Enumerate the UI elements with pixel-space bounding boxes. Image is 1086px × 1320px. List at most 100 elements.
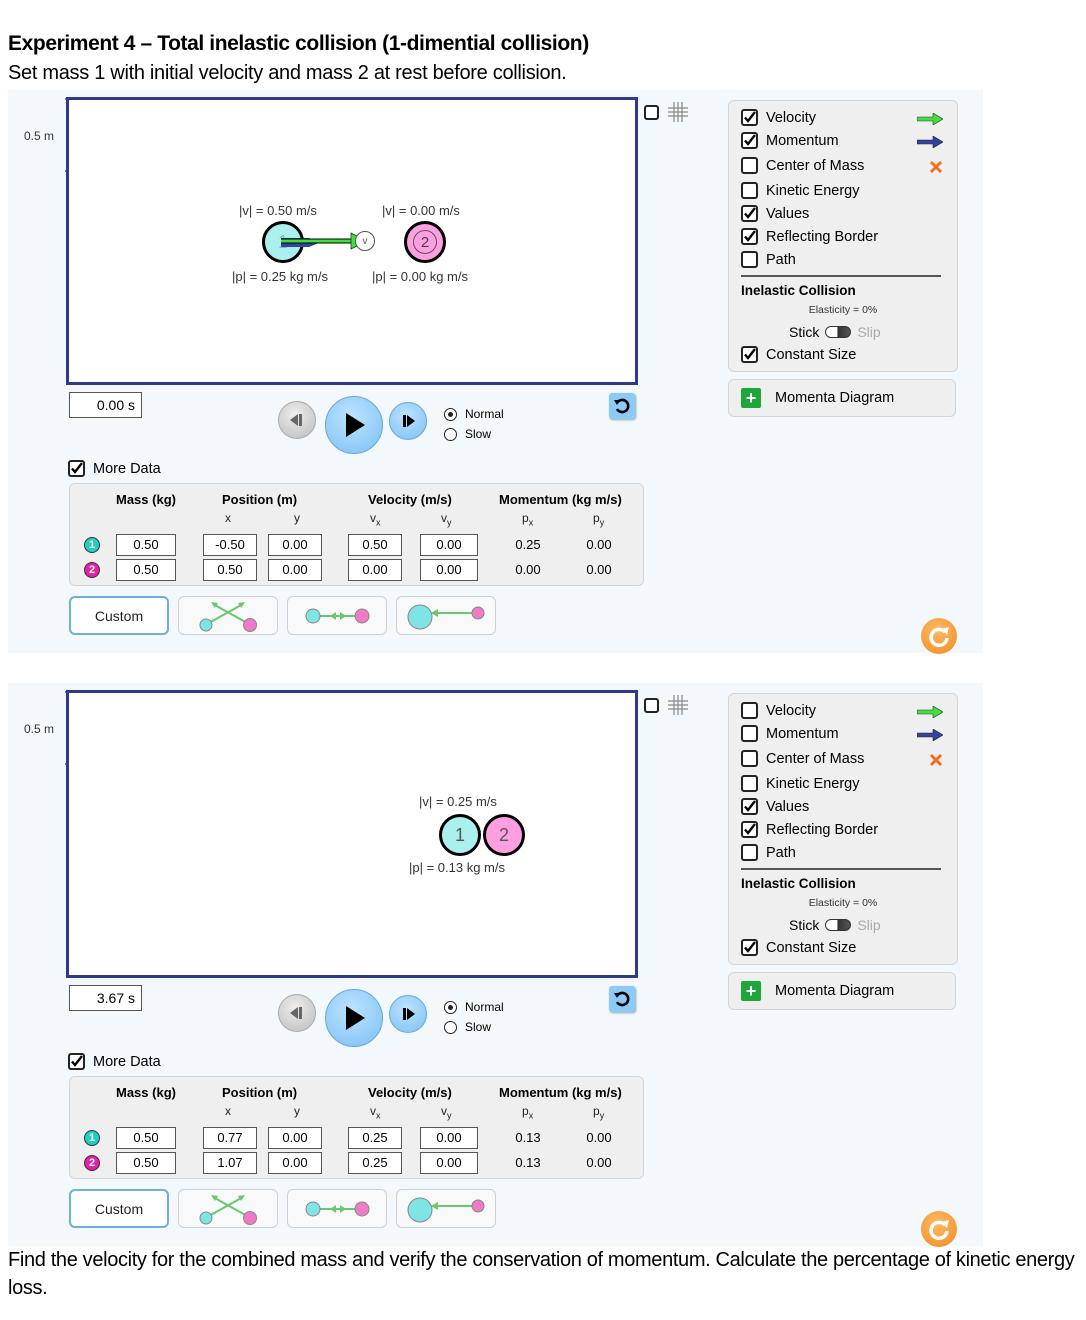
play-button[interactable]: [325, 396, 383, 454]
step-forward-button[interactable]: [389, 402, 427, 440]
option-momentum[interactable]: Momentum: [741, 132, 839, 149]
more-data-checkbox[interactable]: [68, 1053, 85, 1070]
mass-2-vy-input[interactable]: 0.00: [420, 559, 478, 581]
option-reflecting-border[interactable]: Reflecting Border: [741, 228, 878, 245]
momenta-diagram-button[interactable]: + Momenta Diagram: [728, 972, 956, 1010]
grid-checkbox[interactable]: [644, 104, 659, 120]
kinetic-energy-checkbox[interactable]: [741, 182, 758, 199]
kinetic-energy-label: Kinetic Energy: [766, 182, 860, 199]
inelastic-collision-title: Inelastic Collision: [741, 283, 856, 298]
option-momentum[interactable]: Momentum: [741, 725, 839, 742]
ball-2[interactable]: 2: [483, 814, 525, 856]
option-center-of-mass[interactable]: Center of Mass: [741, 157, 864, 174]
mass-2-x-input[interactable]: 1.07: [203, 1152, 257, 1174]
stick-slip-toggle[interactable]: [825, 326, 852, 338]
stick-slip-toggle[interactable]: [825, 919, 852, 931]
constant-size-checkbox[interactable]: [741, 939, 758, 956]
speed-slow-option[interactable]: Slow: [444, 424, 504, 444]
option-kinetic-energy[interactable]: Kinetic Energy: [741, 182, 860, 199]
momentum-checkbox[interactable]: [741, 725, 758, 742]
preset-big-small-button[interactable]: [396, 1189, 496, 1228]
option-constant-size[interactable]: Constant Size: [741, 346, 856, 363]
play-button[interactable]: [325, 989, 383, 1047]
speed-normal-option[interactable]: Normal: [444, 404, 504, 424]
option-values[interactable]: Values: [741, 798, 809, 815]
reflecting-border-checkbox[interactable]: [741, 821, 758, 838]
ball-2[interactable]: 2: [404, 221, 446, 263]
speed-normal-option[interactable]: Normal: [444, 997, 504, 1017]
mass-1-x-input[interactable]: 0.77: [203, 1127, 257, 1149]
mass-2-y-input[interactable]: 0.00: [268, 1152, 322, 1174]
more-data-checkbox[interactable]: [68, 460, 85, 477]
option-velocity[interactable]: Velocity: [741, 109, 816, 126]
preset-custom-button[interactable]: Custom: [69, 1189, 169, 1228]
velocity-checkbox[interactable]: [741, 702, 758, 719]
speed-slow-radio[interactable]: [444, 1020, 457, 1034]
preset-custom-button[interactable]: Custom: [69, 596, 169, 635]
step-forward-button[interactable]: [389, 995, 427, 1033]
preset-big-small-icon: [407, 604, 485, 629]
mass-1-y-input[interactable]: 0.00: [268, 534, 322, 556]
grid-checkbox[interactable]: [644, 697, 659, 713]
speed-normal-radio[interactable]: [444, 1000, 457, 1014]
path-checkbox[interactable]: [741, 251, 758, 268]
reset-all-button[interactable]: [921, 1211, 957, 1247]
step-back-button[interactable]: [278, 401, 316, 439]
kinetic-energy-checkbox[interactable]: [741, 775, 758, 792]
mass-2-mass-input[interactable]: 0.50: [116, 1152, 176, 1174]
preset-head-on-button[interactable]: [287, 596, 387, 635]
constant-size-checkbox[interactable]: [741, 346, 758, 363]
values-checkbox[interactable]: [741, 798, 758, 815]
preset-crossing-button[interactable]: [178, 596, 278, 635]
center-of-mass-checkbox[interactable]: [741, 750, 758, 767]
momentum-checkbox[interactable]: [741, 132, 758, 149]
mass-1-y-input[interactable]: 0.00: [268, 1127, 322, 1149]
mass-2-y-input[interactable]: 0.00: [268, 559, 322, 581]
more-data-toggle[interactable]: More Data: [68, 1053, 161, 1070]
path-checkbox[interactable]: [741, 844, 758, 861]
option-constant-size[interactable]: Constant Size: [741, 939, 856, 956]
option-path[interactable]: Path: [741, 251, 796, 268]
more-data-toggle[interactable]: More Data: [68, 460, 161, 477]
momenta-diagram-button[interactable]: + Momenta Diagram: [728, 379, 956, 417]
preset-crossing-button[interactable]: [178, 1189, 278, 1228]
mass-1-vx-input[interactable]: 0.25: [348, 1127, 402, 1149]
mass-2-x-input[interactable]: 0.50: [203, 559, 257, 581]
speed-slow-radio[interactable]: [444, 427, 457, 441]
play-area[interactable]: |v| = 0.25 m/s |p| = 0.13 kg m/s 1 2: [66, 690, 638, 978]
step-back-button[interactable]: [278, 994, 316, 1032]
speed-normal-radio[interactable]: [444, 407, 457, 421]
center-of-mass-checkbox[interactable]: [741, 157, 758, 174]
reset-all-button[interactable]: [921, 618, 957, 654]
option-path[interactable]: Path: [741, 844, 796, 861]
reflecting-border-checkbox[interactable]: [741, 228, 758, 245]
mass-1-vy-input[interactable]: 0.00: [420, 1127, 478, 1149]
mass-2-mass-input[interactable]: 0.50: [116, 559, 176, 581]
grid-toggle[interactable]: [644, 694, 689, 716]
mass-2-vx-input[interactable]: 0.25: [348, 1152, 402, 1174]
velocity-checkbox[interactable]: [741, 109, 758, 126]
option-values[interactable]: Values: [741, 205, 809, 222]
mass-1-vx-input[interactable]: 0.50: [348, 534, 402, 556]
preset-big-small-button[interactable]: [396, 596, 496, 635]
velocity-drag-handle[interactable]: v: [355, 231, 375, 251]
mass-1-x-input[interactable]: -0.50: [203, 534, 257, 556]
speed-slow-option[interactable]: Slow: [444, 1017, 504, 1037]
preset-head-on-button[interactable]: [287, 1189, 387, 1228]
mass-2-vx-input[interactable]: 0.00: [348, 559, 402, 581]
restart-button[interactable]: [609, 393, 635, 419]
mass-1-mass-input[interactable]: 0.50: [116, 534, 176, 556]
option-center-of-mass[interactable]: Center of Mass: [741, 750, 864, 767]
mass-1-mass-input[interactable]: 0.50: [116, 1127, 176, 1149]
restart-button[interactable]: [609, 986, 635, 1012]
mass-1-vy-input[interactable]: 0.00: [420, 534, 478, 556]
option-kinetic-energy[interactable]: Kinetic Energy: [741, 775, 860, 792]
option-velocity[interactable]: Velocity: [741, 702, 816, 719]
ball-1[interactable]: 1: [439, 814, 481, 856]
mass-2-vy-input[interactable]: 0.00: [420, 1152, 478, 1174]
values-checkbox[interactable]: [741, 205, 758, 222]
option-reflecting-border[interactable]: Reflecting Border: [741, 821, 878, 838]
play-area[interactable]: |v| = 0.50 m/s |p| = 0.25 kg m/s |v| = 0.0…: [66, 97, 638, 385]
vy-subheader: vy: [441, 511, 452, 528]
grid-toggle[interactable]: [644, 101, 689, 123]
